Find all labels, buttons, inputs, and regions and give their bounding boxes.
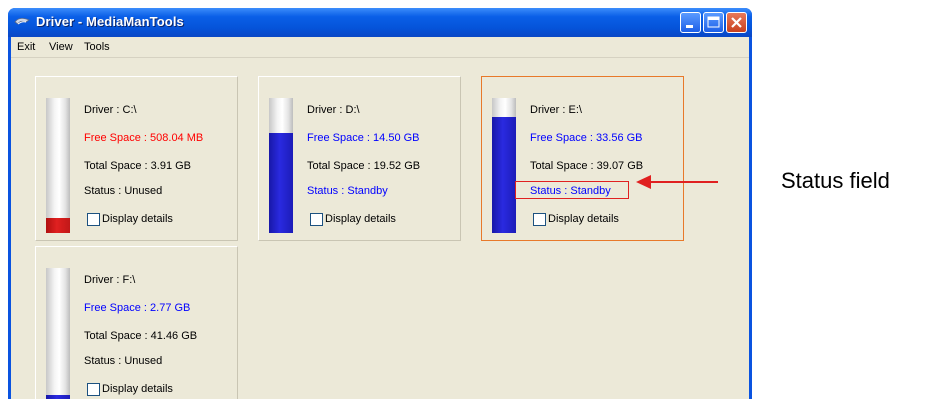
annotation-label: Status field	[781, 168, 890, 193]
annotation-arrowhead-icon	[636, 175, 651, 189]
annotation-layer	[636, 175, 718, 189]
